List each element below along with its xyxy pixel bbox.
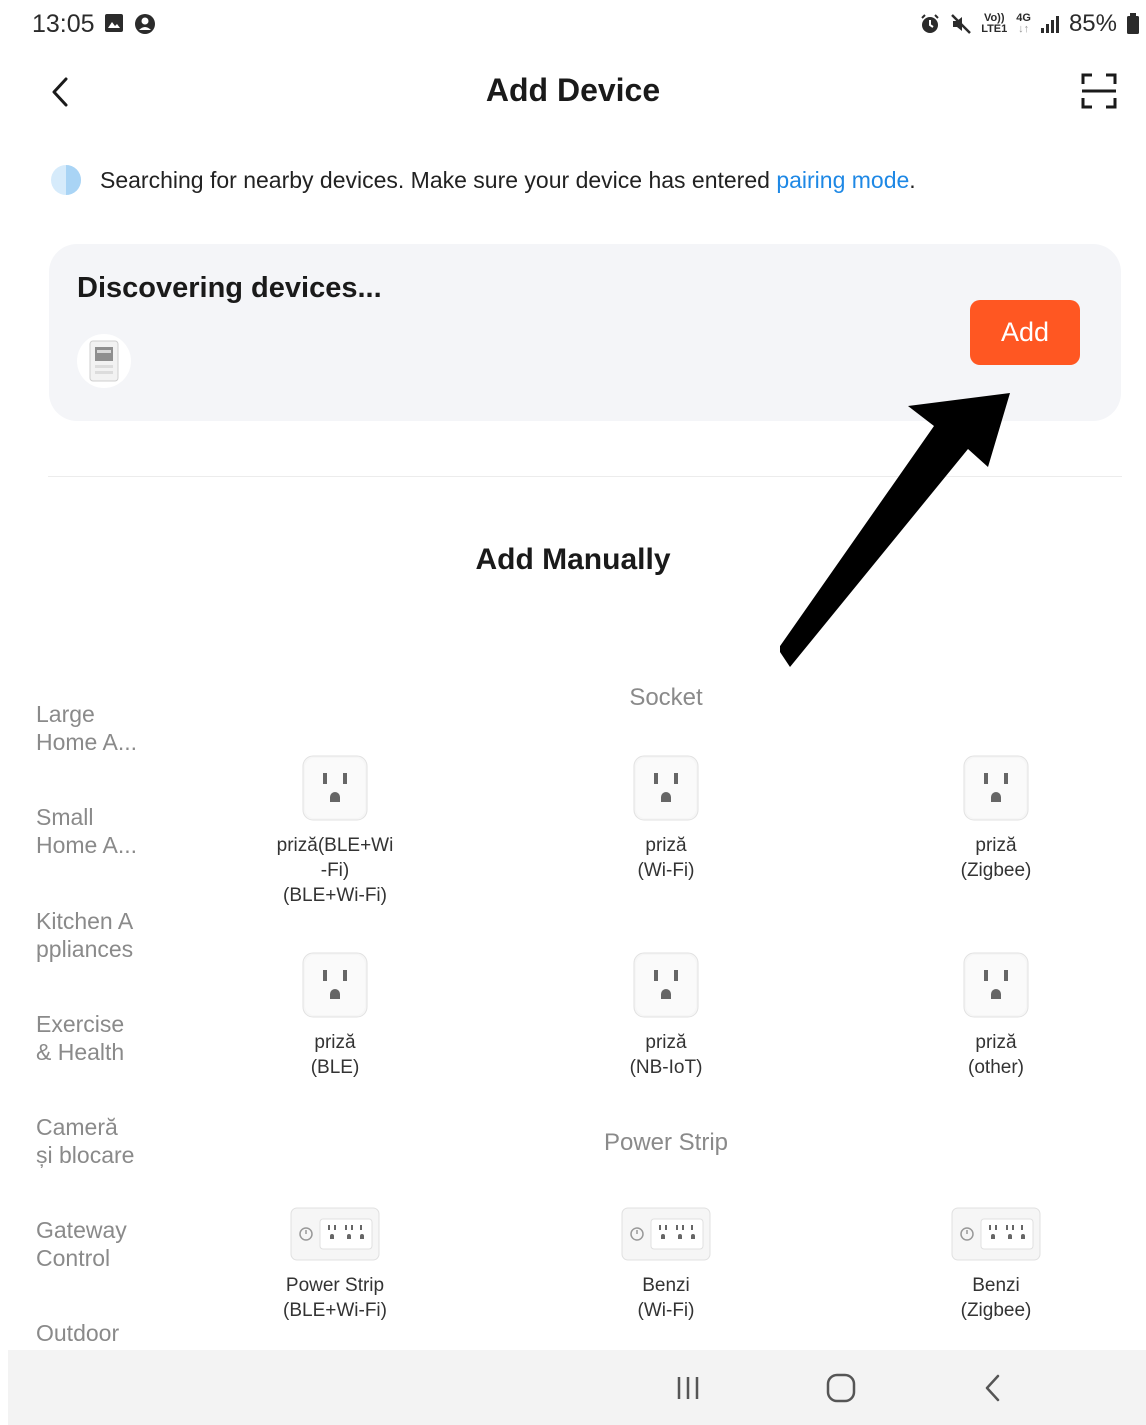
- pairing-mode-link[interactable]: pairing mode: [776, 167, 909, 193]
- category-exercise-health[interactable]: Exercise & Health: [36, 1010, 176, 1066]
- loading-spinner-icon: [51, 165, 81, 195]
- notice-text: Searching for nearby devices. Make sure …: [100, 166, 777, 193]
- device-tile-label: priză(BLE+Wi -Fi) (BLE+Wi-Fi): [276, 835, 394, 906]
- power-strip-icon: [951, 1207, 1041, 1261]
- discovered-device[interactable]: [77, 334, 131, 388]
- home-button[interactable]: [821, 1370, 861, 1406]
- recent-apps-icon: [677, 1377, 699, 1399]
- device-tile-label: priză (other): [968, 1032, 1024, 1078]
- status-bar: 13:05 Vo)) LTE1 4G ↓↑ 85%: [0, 0, 1146, 50]
- add-button[interactable]: Add: [970, 300, 1080, 365]
- arrow-annotation-icon: [780, 393, 1010, 667]
- section-title-socket: Socket: [629, 684, 703, 711]
- gallery-icon: [105, 14, 123, 32]
- category-camera-lock[interactable]: Cameră și blocare: [36, 1113, 176, 1169]
- account-icon: [135, 14, 155, 34]
- system-back-button[interactable]: [973, 1370, 1013, 1406]
- category-small-home-appliances[interactable]: Small Home A...: [36, 803, 176, 859]
- battery-percentage: 85%: [1068, 10, 1117, 37]
- device-tile-label: priză (NB-IoT): [629, 1032, 703, 1078]
- signal-icon: [1040, 16, 1059, 33]
- device-tile[interactable]: Power Strip (BLE+Wi-Fi): [235, 1207, 435, 1323]
- header: Add Device: [0, 60, 1146, 124]
- search-notice: Searching for nearby devices. Make sure …: [50, 160, 1110, 200]
- device-thumbnail-icon: [89, 340, 119, 382]
- mute-icon: [951, 14, 972, 34]
- device-tile[interactable]: priză (other): [896, 952, 1096, 1080]
- scan-button[interactable]: [1080, 72, 1118, 110]
- socket-icon: [302, 755, 368, 821]
- device-tile[interactable]: priză (NB-IoT): [566, 952, 766, 1080]
- category-kitchen-appliances[interactable]: Kitchen A ppliances: [36, 907, 176, 963]
- device-tile-label: priză (BLE): [310, 1032, 360, 1078]
- socket-icon: [633, 755, 699, 821]
- status-time: 13:05: [32, 10, 95, 38]
- device-tile[interactable]: priză (BLE): [235, 952, 435, 1080]
- category-gateway-control[interactable]: Gateway Control: [36, 1216, 176, 1272]
- alarm-icon: [921, 14, 939, 33]
- socket-icon: [302, 952, 368, 1018]
- page-title: Add Device: [485, 72, 661, 108]
- device-tile[interactable]: Benzi (Zigbee): [896, 1207, 1096, 1323]
- device-tile[interactable]: priză (Wi-Fi): [566, 755, 766, 883]
- power-strip-icon: [621, 1207, 711, 1261]
- device-tile-label: Benzi (Zigbee): [960, 1275, 1032, 1321]
- system-nav-bar: [8, 1350, 1146, 1425]
- recent-apps-button[interactable]: [668, 1370, 708, 1406]
- device-tile-label: priză (Zigbee): [960, 835, 1032, 881]
- socket-icon: [963, 952, 1029, 1018]
- category-outdoor[interactable]: Outdoor: [36, 1319, 176, 1347]
- notice-suffix: .: [909, 166, 916, 193]
- back-icon: [985, 1374, 1000, 1402]
- device-tile-label: priză (Wi-Fi): [637, 835, 695, 881]
- power-strip-icon: [290, 1207, 380, 1261]
- device-tile[interactable]: priză (Zigbee): [896, 755, 1096, 883]
- volte-indicator: Vo)) LTE1: [981, 12, 1008, 35]
- home-icon: [826, 1373, 856, 1403]
- device-tile-label: Power Strip (BLE+Wi-Fi): [283, 1275, 387, 1321]
- device-tile-label: Benzi (Wi-Fi): [637, 1275, 695, 1321]
- device-tile[interactable]: Benzi (Wi-Fi): [566, 1207, 766, 1323]
- discovering-title: Discovering devices...: [77, 272, 382, 304]
- socket-icon: [633, 952, 699, 1018]
- qr-scan-icon: [1081, 73, 1117, 109]
- category-large-home-appliances[interactable]: Large Home A...: [36, 700, 176, 756]
- battery-icon: [1127, 13, 1139, 34]
- device-tile[interactable]: priză(BLE+Wi -Fi) (BLE+Wi-Fi): [235, 755, 435, 908]
- socket-icon: [963, 755, 1029, 821]
- section-title-power-strip: Power Strip: [603, 1129, 729, 1156]
- network-indicator: 4G ↓↑: [1016, 12, 1031, 35]
